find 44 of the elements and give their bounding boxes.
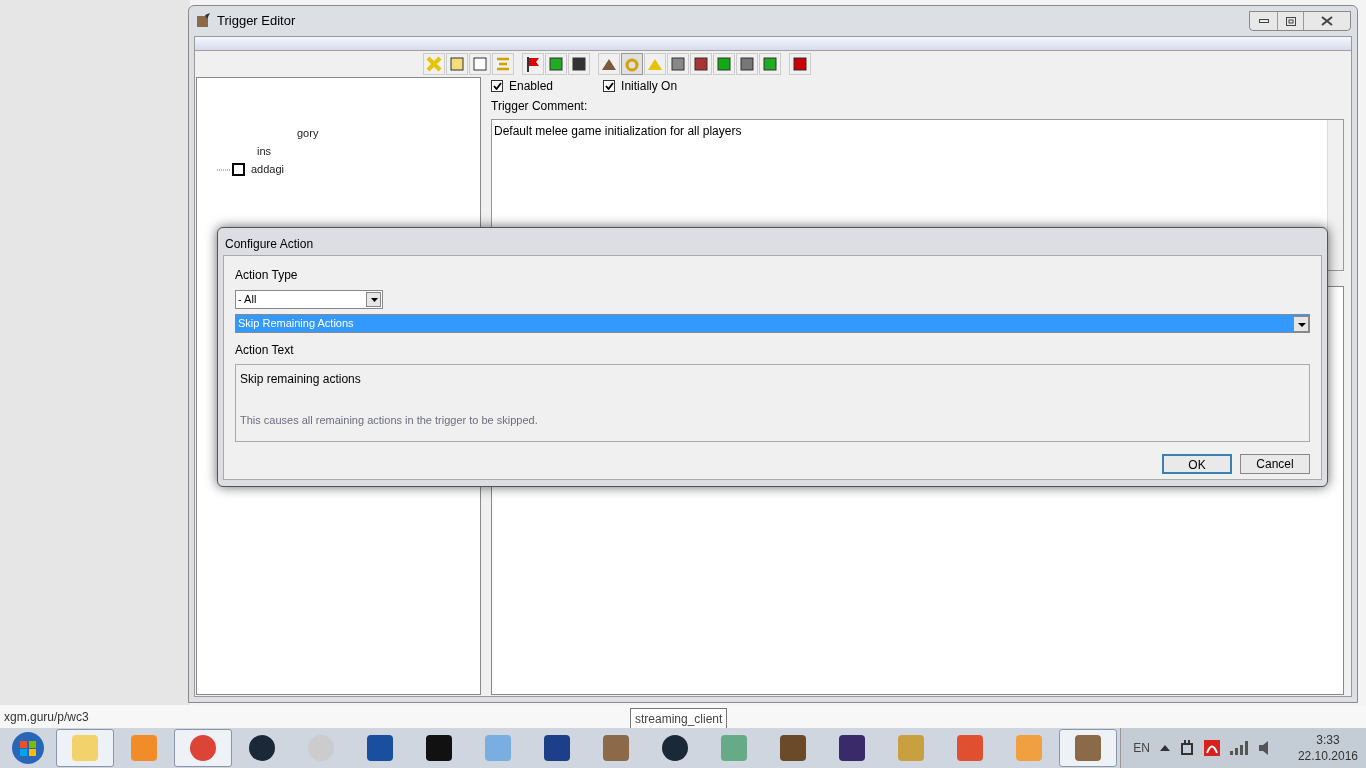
- toolbar-button[interactable]: [522, 53, 544, 75]
- show-hidden-icons-icon[interactable]: [1159, 745, 1170, 751]
- windows-logo-icon: [11, 731, 45, 765]
- tooltip: streaming_client: [630, 708, 728, 730]
- close-icon: [1321, 16, 1333, 26]
- action-description: This causes all remaining actions in the trigger to be skipped.: [240, 413, 539, 428]
- toolbar-button[interactable]: [713, 53, 735, 75]
- maximize-icon: [1285, 16, 1296, 26]
- comment-label: Trigger Comment:: [491, 98, 589, 115]
- flag-icon: [525, 56, 541, 72]
- toolbar-button[interactable]: [545, 53, 567, 75]
- initially-on-label: Initially On: [621, 78, 678, 95]
- cancel-button[interactable]: Cancel: [1240, 454, 1310, 474]
- delete-icon: [426, 56, 442, 72]
- power-plug-icon[interactable]: [1179, 740, 1194, 756]
- toolbar-button[interactable]: [736, 53, 758, 75]
- action-type-label: Action Type: [235, 267, 299, 284]
- dialog-title: Configure Action: [225, 236, 315, 253]
- action-text: Skip remaining actions: [240, 371, 362, 388]
- toolbar-button[interactable]: [598, 53, 620, 75]
- checkbox[interactable]: [491, 80, 503, 92]
- status-url: xgm.guru/p/wc3: [4, 708, 89, 726]
- toolbar-button[interactable]: [690, 53, 712, 75]
- tree-item[interactable]: ins: [257, 142, 272, 160]
- action-text-label: Action Text: [235, 342, 295, 359]
- window-title: Trigger Editor: [217, 12, 296, 31]
- list-icon: [495, 56, 511, 72]
- toolbar-button[interactable]: [568, 53, 590, 75]
- document-icon: [217, 162, 247, 176]
- clock[interactable]: 3:33 22.10.2016: [1297, 732, 1358, 764]
- toolbar-button[interactable]: [667, 53, 689, 75]
- enabled-label: Enabled: [509, 78, 554, 95]
- ok-button[interactable]: OK: [1162, 454, 1232, 474]
- tree-item[interactable]: gory: [297, 124, 319, 142]
- minimize-icon: [1258, 19, 1269, 23]
- language-indicator[interactable]: EN: [1133, 739, 1150, 757]
- checkbox[interactable]: [603, 80, 616, 92]
- action-type-dropdown[interactable]: - All: [235, 290, 383, 309]
- antivirus-icon[interactable]: [1203, 740, 1220, 756]
- tree-item[interactable]: addagi: [251, 160, 285, 178]
- toolbar-button[interactable]: [759, 53, 781, 75]
- signal-icon[interactable]: [1229, 741, 1248, 755]
- scrollbar[interactable]: [1327, 120, 1343, 270]
- toolbar-button[interactable]: [789, 53, 811, 75]
